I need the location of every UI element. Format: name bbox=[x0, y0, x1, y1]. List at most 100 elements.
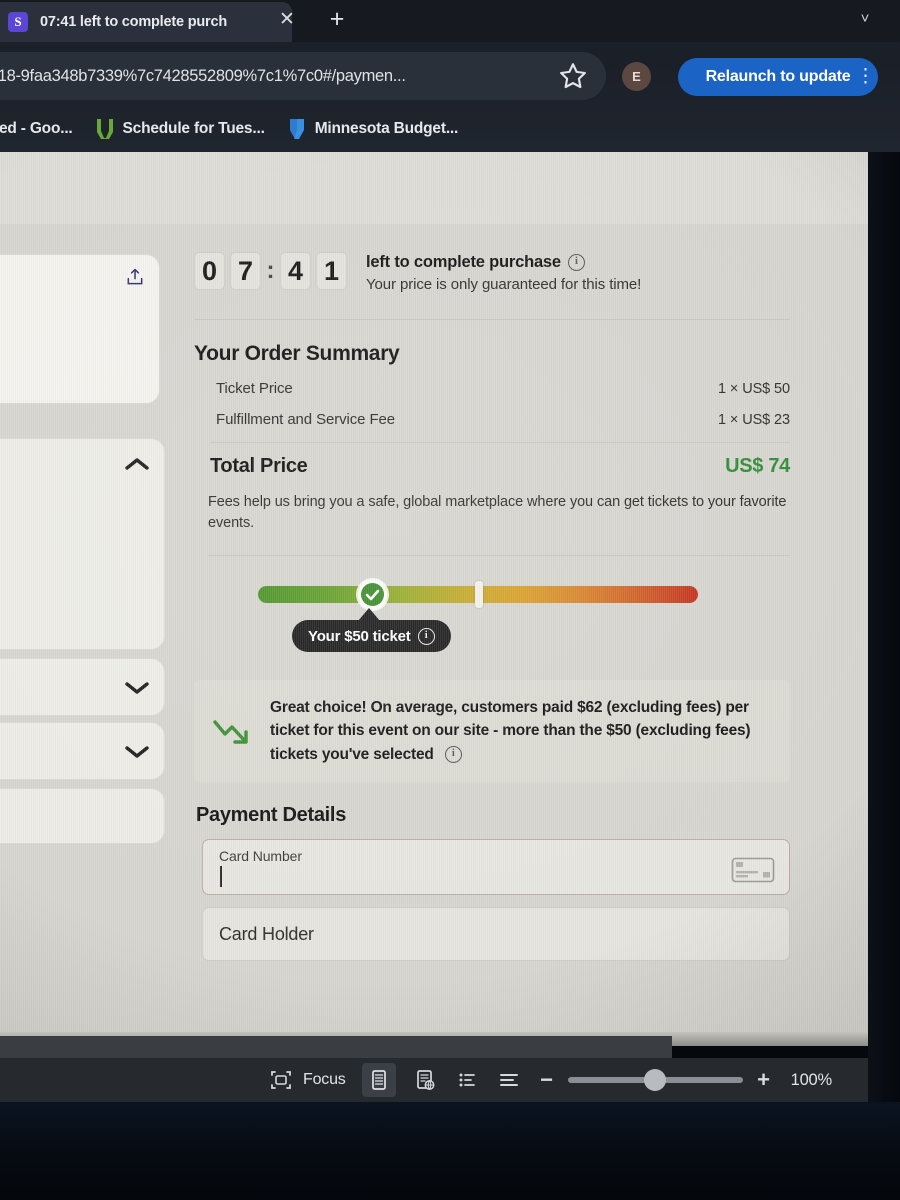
three-dot-menu-icon[interactable]: ⋮ bbox=[856, 62, 875, 92]
omnibox-row: -9118-9faa348b7339%7c7428552809%7c1%7c0#… bbox=[0, 48, 900, 104]
relaunch-to-update-button[interactable]: Relaunch to update bbox=[678, 58, 878, 96]
timer-digit: 4 bbox=[280, 252, 311, 290]
timer-digit: 0 bbox=[194, 252, 225, 290]
row-label: Ticket Price bbox=[216, 380, 293, 397]
text-cursor bbox=[220, 865, 222, 887]
bookmarks-bar: -ed - Goo... Schedule for Tues... Minnes… bbox=[0, 106, 900, 152]
zoom-controls: − + 100% bbox=[538, 1067, 832, 1093]
divider bbox=[208, 555, 790, 557]
tab-title: 07:41 left to complete purch bbox=[40, 14, 227, 30]
close-icon[interactable]: ✕ bbox=[275, 8, 299, 32]
outline-list-icon bbox=[459, 1073, 475, 1087]
tab-favicon-stubhub: S bbox=[8, 12, 28, 32]
focus-button[interactable]: Focus bbox=[268, 1067, 346, 1093]
chevron-down-icon[interactable] bbox=[124, 679, 150, 697]
text-lines-button[interactable] bbox=[496, 1067, 522, 1093]
page-globe-icon bbox=[416, 1070, 435, 1090]
card-holder-field[interactable]: Card Holder bbox=[202, 906, 790, 961]
order-summary-title: Your Order Summary bbox=[194, 342, 400, 365]
check-circle-icon[interactable] bbox=[358, 580, 387, 610]
card-holder-label: Card Holder bbox=[219, 923, 314, 944]
outline-button[interactable] bbox=[454, 1067, 480, 1093]
minnesota-green-icon bbox=[96, 119, 113, 139]
sidebar-card-share[interactable] bbox=[0, 254, 160, 404]
callout-text: Great choice! On average, customers paid… bbox=[270, 696, 776, 766]
average-price-tick bbox=[475, 581, 483, 609]
sidebar-panel-expanded[interactable] bbox=[0, 438, 165, 650]
reader-bottom-toolbar: Focus − + 100% bbox=[0, 1058, 868, 1102]
timer-headline-label: left to complete purchase bbox=[366, 253, 561, 271]
taskbar-strip bbox=[0, 1036, 672, 1060]
browser-tab-active[interactable]: S 07:41 left to complete purch bbox=[0, 2, 292, 42]
single-page-view-button[interactable] bbox=[361, 1063, 396, 1097]
timer-text: left to complete purchase i Your price i… bbox=[366, 250, 641, 293]
card-number-label: Card Number bbox=[219, 847, 302, 864]
divider bbox=[210, 442, 790, 443]
info-icon[interactable]: i bbox=[417, 627, 435, 645]
text-lines-icon bbox=[499, 1074, 518, 1086]
timer-subtext: Your price is only guaranteed for this t… bbox=[366, 276, 642, 293]
url-text: -9118-9faa348b7339%7c7428552809%7c1%7c0#… bbox=[0, 66, 406, 85]
tab-strip: S 07:41 left to complete purch ✕ + ˅ bbox=[0, 0, 900, 42]
card-number-field[interactable]: Card Number bbox=[202, 838, 790, 895]
sidebar-panel-partial[interactable] bbox=[0, 788, 165, 844]
total-price-value: US$ 74 bbox=[725, 455, 790, 477]
focus-frame-icon bbox=[271, 1071, 291, 1089]
minnesota-blue-icon bbox=[289, 119, 304, 139]
desktop-background bbox=[0, 1102, 900, 1200]
price-comparison-bar: Your $50 ticket i bbox=[172, 578, 812, 674]
avatar[interactable]: E bbox=[622, 62, 651, 91]
zoom-slider[interactable] bbox=[567, 1069, 743, 1091]
callout-message: Great choice! On average, customers paid… bbox=[270, 699, 751, 763]
zoom-in-button[interactable]: + bbox=[755, 1067, 773, 1093]
info-icon[interactable]: i bbox=[567, 254, 585, 271]
payment-details-title: Payment Details bbox=[196, 803, 347, 826]
row-value: 1 × US$ 23 bbox=[718, 411, 790, 428]
row-value: 1 × US$ 50 bbox=[718, 380, 790, 397]
zoom-level-label: 100% bbox=[790, 1070, 833, 1089]
star-icon[interactable] bbox=[558, 61, 588, 91]
order-row-total: Total Price US$ 74 bbox=[210, 455, 790, 478]
timer-digit: 1 bbox=[316, 252, 347, 290]
browser-chrome: S 07:41 left to complete purch ✕ + ˅ -91… bbox=[0, 0, 900, 152]
left-sidebar bbox=[0, 230, 172, 1030]
bookmark-item[interactable]: -ed - Goo... bbox=[0, 120, 73, 138]
chevron-up-icon[interactable] bbox=[124, 455, 150, 473]
purchase-timer: 0 7 : 4 1 left to complete purchase i Yo… bbox=[172, 230, 812, 293]
order-row-ticket-price: Ticket Price 1 × US$ 50 bbox=[216, 380, 790, 397]
timer-digit: 7 bbox=[230, 252, 261, 290]
price-insight-callout: Great choice! On average, customers paid… bbox=[194, 680, 790, 782]
timer-digits: 0 7 : 4 1 bbox=[194, 252, 352, 290]
page-globe-button[interactable] bbox=[412, 1067, 438, 1093]
chevron-down-icon[interactable] bbox=[124, 743, 150, 761]
bookmark-item[interactable]: Minnesota Budget... bbox=[287, 118, 458, 140]
timer-headline-row: left to complete purchase i bbox=[366, 253, 641, 272]
share-upload-icon[interactable] bbox=[125, 267, 145, 287]
order-row-service-fee: Fulfillment and Service Fee 1 × US$ 23 bbox=[216, 411, 790, 428]
chevron-down-icon[interactable]: ˅ bbox=[852, 6, 878, 32]
address-bar[interactable]: -9118-9faa348b7339%7c7428552809%7c1%7c0#… bbox=[0, 52, 606, 100]
bookmark-label: Schedule for Tues... bbox=[122, 120, 265, 137]
plus-icon[interactable]: + bbox=[322, 4, 352, 34]
checkout-panel: 0 7 : 4 1 left to complete purchase i Yo… bbox=[172, 230, 812, 961]
sidebar-panel-collapsed[interactable] bbox=[0, 722, 165, 780]
info-icon[interactable]: i bbox=[444, 746, 462, 764]
bookmark-label: Minnesota Budget... bbox=[314, 120, 459, 137]
row-label: Fulfillment and Service Fee bbox=[216, 411, 396, 428]
total-price-label: Total Price bbox=[210, 455, 308, 477]
price-tooltip: Your $50 ticket i bbox=[292, 620, 451, 653]
zoom-out-button[interactable]: − bbox=[538, 1067, 556, 1093]
zoom-slider-knob[interactable] bbox=[643, 1069, 666, 1091]
single-page-icon bbox=[371, 1070, 386, 1090]
credit-card-icon bbox=[731, 857, 775, 883]
bookmark-label: -ed - Goo... bbox=[0, 120, 73, 137]
divider bbox=[194, 319, 790, 320]
focus-label: Focus bbox=[303, 1071, 346, 1088]
web-page-viewport: 0 7 : 4 1 left to complete purchase i Yo… bbox=[0, 152, 868, 1032]
sidebar-panel-collapsed[interactable] bbox=[0, 658, 165, 716]
bookmark-item[interactable]: Schedule for Tues... bbox=[95, 118, 265, 140]
fees-explanation: Fees help us bring you a safe, global ma… bbox=[208, 494, 787, 531]
trend-down-arrow-icon bbox=[213, 720, 248, 744]
timer-separator: : bbox=[266, 257, 275, 284]
tooltip-label: Your $50 ticket bbox=[308, 627, 411, 645]
